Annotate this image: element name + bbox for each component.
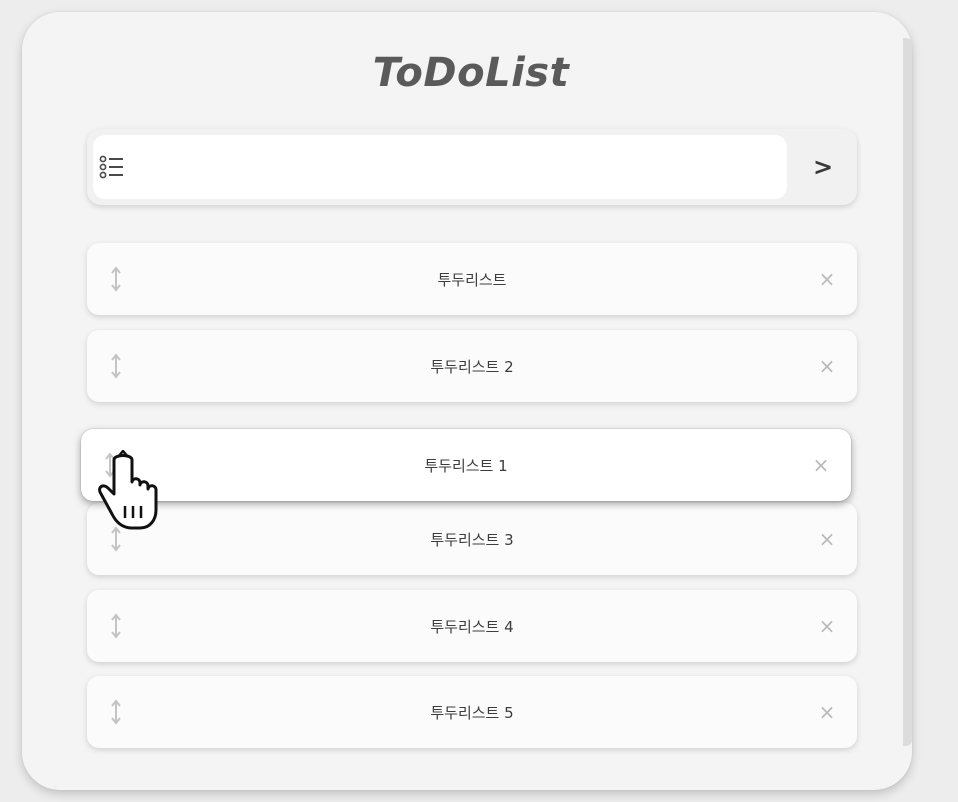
todo-item-label: 투두리스트 4 [430,617,514,636]
todo-item-label: 투두리스트 1 [424,456,508,475]
todo-item-dragging[interactable]: 투두리스트 1 × [81,429,851,501]
add-todo-button[interactable]: > [803,142,843,192]
card-scrollbar[interactable] [903,38,912,746]
delete-todo-button[interactable]: × [815,614,839,638]
delete-todo-button[interactable]: × [809,453,833,477]
app-title: ToDoList [372,50,570,96]
todo-input[interactable] [93,135,787,199]
todo-item-label: 투두리스트 2 [430,357,514,376]
delete-todo-button[interactable]: × [815,354,839,378]
add-todo-bar: > [87,129,857,205]
delete-todo-button[interactable]: × [815,527,839,551]
todo-item[interactable]: 투두리스트 2 × [87,330,857,402]
drag-handle-icon[interactable] [105,612,127,640]
drag-handle-icon[interactable] [105,265,127,293]
todo-item-label: 투두리스트 3 [430,530,514,549]
list-icon [99,155,123,179]
delete-todo-button[interactable]: × [815,700,839,724]
todo-item-label: 투두리스트 [437,270,507,289]
todo-item-label: 투두리스트 5 [430,703,514,722]
hand-cursor-icon [98,450,158,530]
todo-item[interactable]: 투두리스트 4 × [87,590,857,662]
todo-item[interactable]: 투두리스트 3 × [87,503,857,575]
todo-item[interactable]: 투두리스트 5 × [87,676,857,748]
drag-handle-icon[interactable] [105,698,127,726]
delete-todo-button[interactable]: × [815,267,839,291]
todo-item[interactable]: 투두리스트 × [87,243,857,315]
drag-handle-icon[interactable] [105,352,127,380]
